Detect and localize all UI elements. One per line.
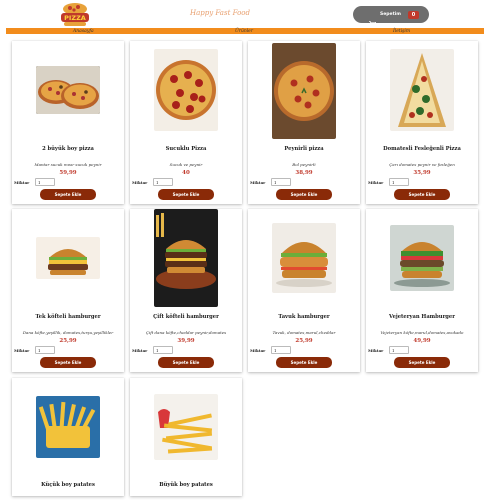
product-name: Domatesli Fesleğenli Pizza — [383, 146, 461, 152]
product-price: 25,99 — [59, 338, 77, 344]
quantity-input[interactable]: 1 — [389, 178, 409, 186]
add-to-cart-button[interactable]: Sepete Ekle — [394, 357, 450, 368]
add-to-cart-button[interactable]: Sepete Ekle — [40, 357, 96, 368]
product-price: 25,99 — [295, 338, 313, 344]
quantity-label: Miktar — [368, 180, 384, 185]
product-card: Tek köfteli hamburger Dana köfte,yeşilli… — [12, 209, 124, 372]
add-to-cart-button[interactable]: Sepete Ekle — [40, 189, 96, 200]
fries-large-icon — [154, 394, 218, 460]
product-description: Sucuk ve peynir — [169, 162, 203, 167]
cart-label: Sepetim — [380, 12, 401, 17]
quantity-input[interactable]: 1 — [153, 178, 173, 186]
product-card: Domatesli Fesleğenli Pizza Çarı domates … — [366, 41, 478, 204]
quantity-input[interactable]: 1 — [271, 346, 291, 354]
basil-pizza-icon — [390, 49, 454, 131]
product-name: Tavuk hamburger — [278, 314, 330, 320]
product-card: Tavuk hamburger Tavuk, domates,marul,che… — [248, 209, 360, 372]
pepperoni-pizza-icon — [154, 49, 218, 131]
product-card: Peynirli pizza Bol peynirli 38,99 Miktar… — [248, 41, 360, 204]
product-description: Dana köfte,yeşillik, domates,turşu,yeşil… — [22, 330, 114, 335]
cart-icon — [369, 12, 377, 27]
quantity-label: Miktar — [14, 180, 30, 185]
quantity-label: Miktar — [14, 348, 30, 353]
product-description: Tavuk, domates,marul,cheddar — [272, 330, 336, 335]
chicken-burger-icon — [272, 223, 336, 293]
product-price: 49,99 — [413, 338, 431, 344]
product-name: Küçük boy patates — [41, 482, 95, 488]
product-card: Vejeteryan Hamburger Vejeteryan köfte,ma… — [366, 209, 478, 372]
burger-icon — [36, 237, 100, 279]
quantity-label: Miktar — [368, 348, 384, 353]
cart-button[interactable]: Sepetim 0 — [353, 6, 429, 27]
product-name: Çift köfteli hamburger — [153, 314, 219, 320]
product-price: 59,99 — [59, 170, 77, 176]
site-header: PIZZA Happy Fast Food Sepetim 0 — [0, 0, 484, 28]
product-description: Bol peynirli — [292, 162, 316, 167]
product-name: 2 büyük boy pizza — [42, 146, 94, 152]
product-price: 35,99 — [413, 170, 431, 176]
quantity-label: Miktar — [132, 348, 148, 353]
product-name: Sucuklu Pizza — [165, 146, 207, 152]
add-to-cart-button[interactable]: Sepete Ekle — [158, 189, 214, 200]
add-to-cart-button[interactable]: Sepete Ekle — [276, 189, 332, 200]
brand-name: Happy Fast Food — [190, 9, 250, 17]
quantity-label: Miktar — [250, 180, 266, 185]
add-to-cart-button[interactable]: Sepete Ekle — [276, 357, 332, 368]
pizza-double-icon — [36, 66, 100, 114]
product-name: Peynirli pizza — [284, 146, 324, 152]
product-price: 39,99 — [177, 338, 195, 344]
product-name: Büyük boy patates — [159, 482, 213, 488]
product-description: Çift dana köfte,cheddar peynir,domates — [145, 330, 227, 335]
double-burger-icon — [154, 209, 218, 307]
quantity-input[interactable]: 1 — [35, 178, 55, 186]
quantity-input[interactable]: 1 — [271, 178, 291, 186]
product-description: Mantar sucuk mısır sucuk peynir — [34, 162, 102, 167]
product-card: Büyük boy patates — [130, 378, 242, 496]
quantity-label: Miktar — [132, 180, 148, 185]
nav-links: Anasayfa Ürünler İletişim — [0, 29, 484, 35]
product-card: Sucuklu Pizza Sucuk ve peynir 40 Miktar … — [130, 41, 242, 204]
product-card: Çift köfteli hamburger Çift dana köfte,c… — [130, 209, 242, 372]
cart-count-badge: 0 — [407, 10, 419, 19]
product-price: 38,99 — [295, 170, 313, 176]
product-card: Küçük boy patates — [12, 378, 124, 496]
quantity-input[interactable]: 1 — [35, 346, 55, 354]
product-description: Çarı domates peynir ve fesleğen — [389, 162, 455, 167]
quantity-input[interactable]: 1 — [389, 346, 409, 354]
product-name: Vejeteryan Hamburger — [389, 314, 455, 320]
quantity-label: Miktar — [250, 348, 266, 353]
svg-text:PIZZA: PIZZA — [64, 14, 86, 22]
add-to-cart-button[interactable]: Sepete Ekle — [394, 189, 450, 200]
add-to-cart-button[interactable]: Sepete Ekle — [158, 357, 214, 368]
pizza-logo[interactable]: PIZZA — [58, 2, 92, 28]
fries-small-icon — [36, 396, 100, 458]
cheese-pizza-icon — [272, 43, 336, 139]
nav-home-link[interactable]: Anasayfa — [73, 29, 94, 34]
product-price: 40 — [182, 170, 190, 176]
product-name: Tek köfteli hamburger — [35, 314, 101, 320]
product-description: Vejeteryan köfte,marul,domates,avokado — [380, 330, 464, 335]
nav-contact-link[interactable]: İletişim — [393, 29, 410, 34]
product-card: 2 büyük boy pizza Mantar sucuk mısır suc… — [12, 41, 124, 204]
quantity-input[interactable]: 1 — [153, 346, 173, 354]
nav-products-link[interactable]: Ürünler — [235, 29, 253, 34]
veggie-burger-icon — [390, 225, 454, 291]
